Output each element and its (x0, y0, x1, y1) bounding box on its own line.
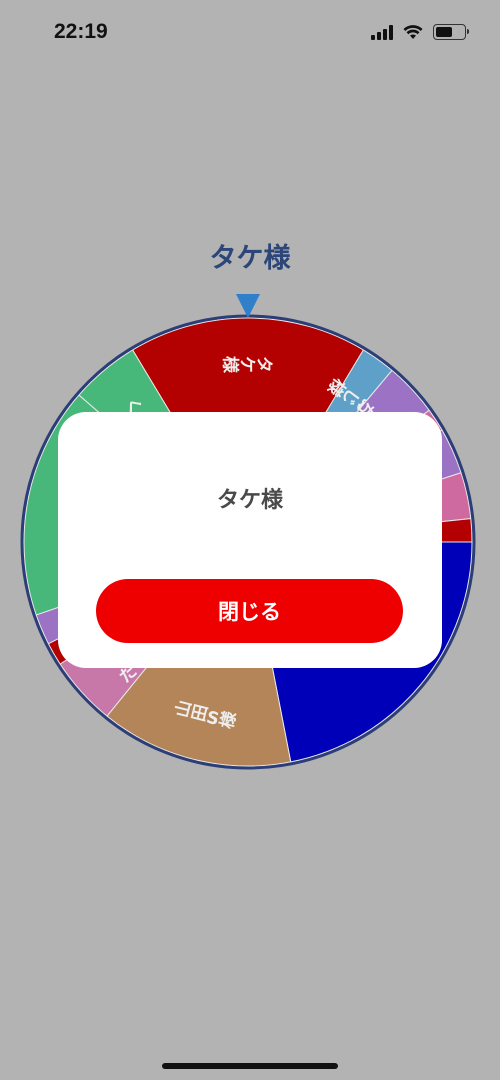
result-modal: タケ様 閉じる (58, 412, 442, 668)
wheel-segment-label: タケ様 (222, 352, 274, 373)
wheel-pointer (236, 294, 260, 318)
home-indicator[interactable] (162, 1063, 338, 1069)
close-button[interactable]: 閉じる (96, 579, 403, 643)
result-text: タケ様 (216, 488, 283, 513)
